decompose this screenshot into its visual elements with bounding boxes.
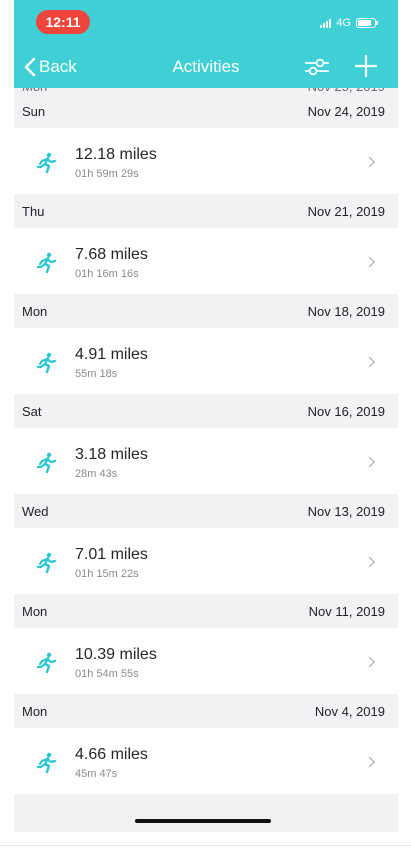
section-header: Wed Nov 13, 2019 (14, 494, 398, 528)
status-time: 12:11 (36, 10, 90, 34)
activity-duration: 01h 59m 29s (75, 168, 139, 180)
activity-duration: 28m 43s (75, 468, 118, 480)
home-indicator[interactable] (135, 819, 271, 823)
section-day: Sun (22, 103, 46, 119)
signal-icon (320, 18, 332, 28)
section-date: Nov 16, 2019 (307, 403, 385, 419)
network-label: 4G (336, 17, 351, 29)
chevron-right-icon (368, 556, 376, 568)
activity-row[interactable]: 3.18 miles 28m 43s (14, 428, 398, 494)
add-activity-button[interactable] (354, 53, 378, 79)
activity-type-icon (36, 652, 58, 674)
section-date: Nov 4, 2019 (314, 703, 385, 719)
activity-distance: 4.91 miles (75, 346, 148, 363)
activities-list[interactable]: Mon Nov 25, 2019 SunNov 24, 201912.18 mi… (14, 80, 398, 794)
section-date: Nov 18, 2019 (307, 303, 385, 319)
section-header: Sun Nov 24, 2019 (14, 94, 398, 128)
activity-type-icon (36, 152, 58, 174)
divider (0, 845, 411, 846)
activity-row[interactable]: 7.01 miles 01h 15m 22s (14, 528, 398, 594)
activity-row[interactable]: 4.91 miles 55m 18s (14, 328, 398, 394)
nav-header: 12:11 4G Back Activities (14, 0, 398, 88)
activity-distance: 7.01 miles (75, 546, 148, 563)
section-day: Thu (22, 203, 45, 219)
activity-type-icon (36, 752, 58, 774)
activity-distance: 10.39 miles (75, 646, 157, 663)
activity-row[interactable]: 4.66 miles 45m 47s (14, 728, 398, 794)
sliders-icon (305, 58, 329, 76)
filter-button[interactable] (302, 54, 332, 80)
running-icon (36, 152, 57, 174)
running-icon (36, 552, 57, 574)
page-title: Activities (172, 57, 240, 76)
chevron-right-icon (368, 456, 376, 468)
chevron-right-icon (368, 656, 376, 668)
section-day: Mon (22, 603, 48, 619)
chevron-right-icon (368, 356, 376, 368)
section-day: Sat (22, 403, 42, 419)
section-day: Wed (22, 503, 49, 519)
chevron-right-icon (368, 256, 376, 268)
plus-icon (354, 54, 378, 78)
activity-type-icon (36, 552, 58, 574)
activity-duration: 45m 47s (75, 768, 118, 780)
section-date: Nov 13, 2019 (307, 503, 385, 519)
section-date: Nov 11, 2019 (308, 603, 385, 619)
app-screen: Mon Nov 25, 2019 SunNov 24, 201912.18 mi… (14, 0, 398, 832)
activity-distance: 7.68 miles (75, 246, 148, 263)
section-header: Mon Nov 18, 2019 (14, 294, 398, 328)
section-header: Thu Nov 21, 2019 (14, 194, 398, 228)
section-day: Mon (22, 303, 48, 319)
activity-duration: 01h 16m 16s (75, 268, 139, 280)
chevron-right-icon (368, 156, 376, 168)
section-day: Mon (22, 703, 48, 719)
activity-duration: 01h 54m 55s (75, 668, 139, 680)
status-indicators: 4G (320, 15, 378, 31)
running-icon (36, 252, 57, 274)
running-icon (36, 652, 57, 674)
section-date: Nov 21, 2019 (307, 203, 385, 219)
activity-type-icon (36, 252, 58, 274)
activity-duration: 55m 18s (75, 368, 118, 380)
activity-duration: 01h 15m 22s (75, 568, 139, 580)
section-header: Sat Nov 16, 2019 (14, 394, 398, 428)
activity-row[interactable]: 12.18 miles 01h 59m 29s (14, 128, 398, 194)
battery-icon (356, 18, 378, 28)
activity-row[interactable]: 7.68 miles 01h 16m 16s (14, 228, 398, 294)
activity-distance: 3.18 miles (75, 446, 148, 463)
running-icon (36, 352, 57, 374)
activity-type-icon (36, 352, 58, 374)
section-date: Nov 24, 2019 (307, 103, 385, 119)
chevron-right-icon (368, 756, 376, 768)
running-icon (36, 752, 57, 774)
activity-type-icon (36, 452, 58, 474)
section-header: Mon Nov 4, 2019 (14, 694, 398, 728)
activity-distance: 12.18 miles (75, 146, 157, 163)
activity-row[interactable]: 10.39 miles 01h 54m 55s (14, 628, 398, 694)
section-header: Mon Nov 11, 2019 (14, 594, 398, 628)
activity-distance: 4.66 miles (75, 746, 148, 763)
running-icon (36, 452, 57, 474)
